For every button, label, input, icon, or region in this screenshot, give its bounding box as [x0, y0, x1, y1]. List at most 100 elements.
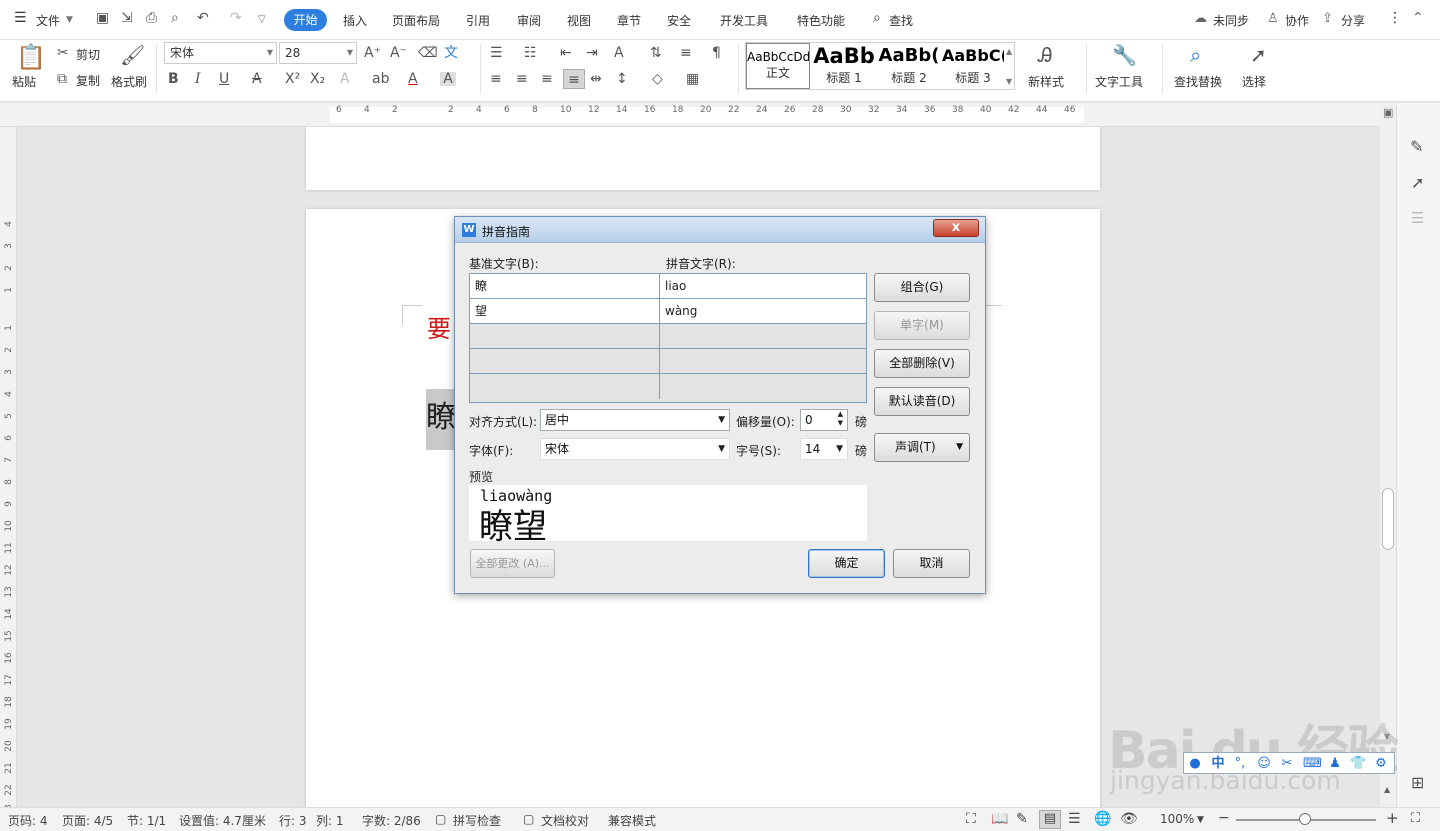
paste-button[interactable]: 粘贴	[12, 73, 36, 90]
base-cell-5[interactable]	[470, 374, 660, 399]
font-name-select[interactable]: 宋体 ▼	[164, 42, 277, 64]
bullets-icon[interactable]: ☰	[490, 46, 503, 60]
new-style-icon[interactable]: Ꭿ	[1038, 44, 1052, 66]
ime-lang[interactable]: 中	[1210, 756, 1226, 772]
prev-page-icon[interactable]: ▲	[1384, 785, 1390, 794]
ruby-cell-5[interactable]	[660, 374, 866, 399]
print-icon[interactable]: ⎙	[146, 10, 157, 26]
zoom-out-icon[interactable]: −	[1218, 810, 1230, 826]
shrink-font-icon[interactable]: A⁻	[390, 46, 407, 60]
subscript-icon[interactable]: X₂	[310, 72, 325, 86]
change-all-button[interactable]: 全部更改 (A)...	[470, 549, 555, 578]
style-expand-icon[interactable]: ▼	[1006, 75, 1012, 89]
numbering-icon[interactable]: ☷	[524, 46, 537, 60]
tab-special[interactable]: 特色功能	[797, 12, 845, 29]
fullscreen-icon[interactable]: ⛶	[966, 811, 976, 827]
format-painter-button[interactable]: 格式刷	[111, 73, 147, 90]
collapse-ribbon-icon[interactable]: ⌃	[1412, 10, 1424, 26]
text-direction-icon[interactable]: A	[614, 46, 624, 60]
keyboard-icon[interactable]: ⌨	[1303, 756, 1322, 772]
punct-icon[interactable]: °,	[1232, 756, 1248, 772]
red-text[interactable]: 要	[427, 309, 451, 344]
align-right-icon[interactable]: ≡	[541, 72, 553, 86]
undo-icon[interactable]: ↶	[197, 10, 209, 26]
bold-icon[interactable]: B	[168, 72, 179, 86]
text-tools-button[interactable]: 文字工具	[1095, 73, 1143, 90]
new-style-button[interactable]: 新样式	[1028, 73, 1064, 90]
status-section[interactable]: 节: 1/1	[127, 812, 166, 829]
base-cell-1[interactable]: 瞭	[470, 274, 660, 299]
tab-view[interactable]: 视图	[567, 12, 591, 29]
ok-button[interactable]: 确定	[808, 549, 885, 578]
shading-icon[interactable]: ◇	[652, 72, 663, 86]
size-select[interactable]: 14 ▼	[800, 438, 848, 460]
page-view-icon[interactable]: ▤	[1039, 810, 1061, 829]
base-cell-3[interactable]	[470, 324, 660, 349]
base-cell-4[interactable]	[470, 349, 660, 374]
indent-icon[interactable]: ⇥	[586, 46, 598, 60]
save-icon[interactable]: ▣	[96, 10, 109, 26]
tab-developer[interactable]: 开发工具	[720, 12, 768, 29]
base-cell-2[interactable]: 望	[470, 299, 660, 324]
ruler-toggle-icon[interactable]: ▣	[1383, 106, 1393, 119]
outline-view-icon[interactable]: ☰	[1068, 811, 1081, 827]
customize-icon[interactable]: ▽	[258, 14, 266, 25]
align-left-icon[interactable]: ≡	[490, 72, 502, 86]
status-setting[interactable]: 设置值: 4.7厘米	[179, 812, 266, 829]
superscript-icon[interactable]: X²	[285, 72, 300, 86]
tab-security[interactable]: 安全	[667, 12, 691, 29]
underline-icon[interactable]: U	[219, 72, 229, 86]
scroll-thumb[interactable]	[1382, 488, 1394, 550]
ime-logo-icon[interactable]: ●	[1187, 756, 1203, 772]
char-shading-icon[interactable]: A	[440, 72, 456, 86]
status-row[interactable]: 行: 3	[279, 812, 307, 829]
align-center-icon[interactable]: ≡	[516, 72, 528, 86]
proofread-button[interactable]: 文档校对	[541, 812, 589, 829]
style-scroll-icon[interactable]: ▲	[1006, 45, 1012, 59]
spellcheck-button[interactable]: 拼写检查	[453, 812, 501, 829]
tab-home[interactable]: 开始	[284, 9, 327, 31]
pointer-icon[interactable]: ➚	[1411, 173, 1424, 192]
font-color-icon[interactable]: A	[408, 72, 418, 86]
copy-button[interactable]: 复制	[76, 72, 100, 89]
zoom-slider-thumb[interactable]	[1299, 813, 1311, 825]
delete-all-button[interactable]: 全部删除(V)	[874, 349, 970, 378]
cut-button[interactable]: 剪切	[76, 46, 100, 63]
output-icon[interactable]: ⇲	[121, 10, 133, 26]
chevron-down-icon[interactable]: ▼	[66, 15, 73, 25]
ruby-cell-4[interactable]	[660, 349, 866, 374]
print-preview-icon[interactable]: ⌕	[171, 10, 179, 26]
zoom-level[interactable]: 100%	[1160, 812, 1194, 826]
tab-references[interactable]: 引用	[466, 12, 490, 29]
tab-review[interactable]: 审阅	[517, 12, 541, 29]
collab-icon[interactable]: ♙	[1267, 11, 1279, 26]
settings-gear-icon[interactable]: ⚙	[1373, 756, 1389, 772]
copy-icon[interactable]: ⧉	[57, 72, 67, 86]
single-char-button[interactable]: 单字(M)	[874, 311, 970, 340]
format-pane-icon[interactable]: ☰	[1411, 209, 1424, 227]
status-words[interactable]: 字数: 2/86	[362, 812, 421, 829]
edit-mode-icon[interactable]: ✎	[1016, 811, 1028, 827]
cursor-select-icon[interactable]: ➚	[1250, 44, 1267, 66]
user-icon[interactable]: ♟	[1327, 756, 1343, 772]
hamburger-icon[interactable]: ☰	[14, 10, 27, 26]
sync-status[interactable]: 未同步	[1213, 12, 1249, 29]
tab-insert[interactable]: 插入	[343, 12, 367, 29]
ruby-cell-2[interactable]: wàng	[660, 299, 866, 324]
highlight-icon[interactable]: ab	[372, 72, 389, 86]
font-size-select[interactable]: 28 ▼	[279, 42, 357, 64]
sort-icon[interactable]: ⇅	[650, 46, 662, 60]
font-select[interactable]: 宋体 ▼	[540, 438, 730, 460]
cloud-icon[interactable]: ☁	[1194, 11, 1207, 26]
outdent-icon[interactable]: ⇤	[560, 46, 572, 60]
tone-button[interactable]: 声调(T) ▼	[874, 433, 970, 462]
tab-page-layout[interactable]: 页面布局	[392, 12, 440, 29]
eye-protect-icon[interactable]: 👁	[1120, 811, 1138, 827]
share-button[interactable]: 分享	[1341, 12, 1365, 29]
file-menu[interactable]: 文件	[36, 12, 60, 29]
group-button[interactable]: 组合(G)	[874, 273, 970, 302]
status-col[interactable]: 列: 1	[316, 812, 344, 829]
borders-icon[interactable]: ▦	[686, 72, 699, 86]
select-button[interactable]: 选择	[1242, 73, 1266, 90]
web-view-icon[interactable]: 🌐	[1094, 811, 1111, 827]
